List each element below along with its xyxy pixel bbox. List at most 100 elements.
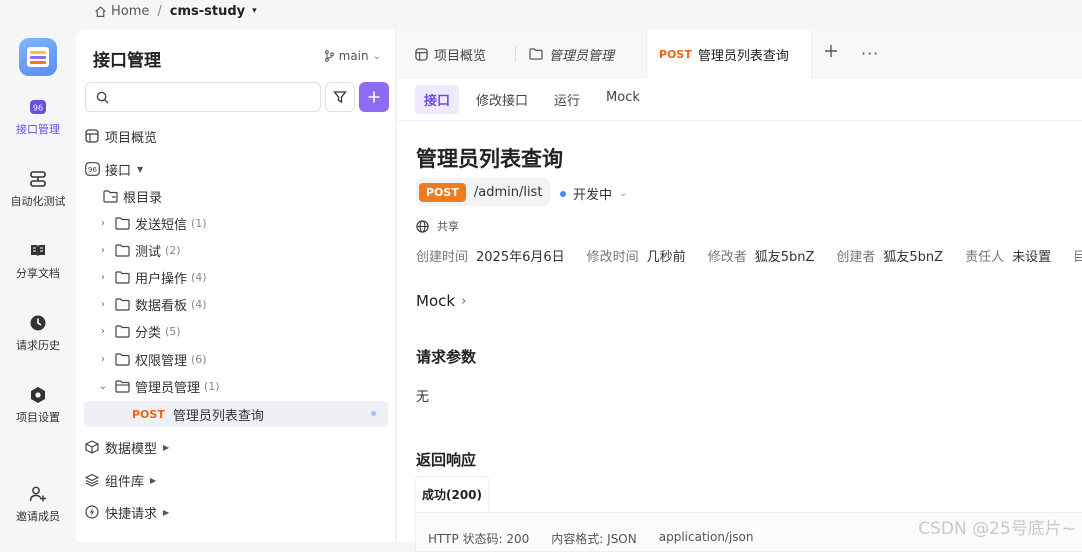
api-icon: 96 [84,161,100,177]
subtab-run[interactable]: 运行 [545,85,589,114]
section-title: Mock [416,292,456,310]
chevron-right-icon: › [101,353,105,365]
caret-right-icon: ▶ [163,442,170,452]
tree-item-label: 数据模型 [105,441,158,457]
tree-item-label: 根目录 [123,190,163,206]
caret-right-icon: ▶ [163,507,170,517]
folder-count: (1) [191,216,207,230]
folder-name: 管理员管理 [135,380,201,396]
search-box [85,82,321,112]
settings-icon [29,386,47,404]
tree-folder[interactable]: › 权限管理 (6) [96,347,388,371]
filter-button[interactable] [325,82,355,112]
rail-item-label: 项目设置 [16,411,60,424]
tree-folder[interactable]: › 用户操作 (4) [96,265,388,289]
overview-icon [415,47,428,61]
subtab-api[interactable]: 接口 [415,85,460,114]
api-sidebar: 接口管理 main ⌄ 项目概览 96 接口 ▼ 根目录 › 发送短信 (1) … [76,30,396,542]
tree-folder[interactable]: › 测试 (2) [96,238,388,262]
rail-item-history[interactable]: 请求历史 [0,314,76,353]
tree-item-data-model[interactable]: 数据模型 ▶ [84,435,388,459]
folder-icon [114,351,130,367]
meta-value: 未设置 [1012,250,1052,265]
tab-label: 管理员管理 [549,48,615,64]
rail-item-label: 邀请成员 [16,510,60,523]
folder-name: 权限管理 [135,353,188,369]
folder-icon [102,188,118,204]
tab-admin-management[interactable]: 管理员管理 [517,30,626,78]
folder-open-icon [114,378,130,394]
folder-icon [114,242,130,258]
tree-item-quick-request[interactable]: 快捷请求 ▶ [84,500,388,524]
method-badge: POST [419,182,466,202]
folder-name: 数据看板 [135,298,188,314]
app-logo[interactable] [19,38,57,76]
tree-folder[interactable]: › 发送短信 (1) [96,211,388,235]
add-button[interactable] [359,82,389,112]
subtab-mock[interactable]: Mock [597,85,649,114]
folder-icon [114,269,130,285]
folder-count: (2) [165,243,181,257]
subtab-edit[interactable]: 修改接口 [467,85,537,114]
tree-item-components[interactable]: 组件库 ▶ [84,468,388,492]
method-badge: POST [132,407,165,421]
globe-icon [416,219,429,233]
search-input[interactable] [115,89,315,105]
tree-folder-expanded[interactable]: ⌄ 管理员管理 (1) [96,374,388,398]
meta-key: 目录 [1073,250,1082,265]
response-tab-success[interactable]: 成功(200) [415,476,490,512]
breadcrumb: Home / cms-study ▾ [0,0,1082,22]
breadcrumb-home[interactable]: Home [94,4,149,19]
api-meta: 创建时间 2025年6月6日 修改时间 几秒前 修改者 狐友5bnZ 创建者 狐友5bn… [416,246,1082,265]
mock-section-toggle[interactable]: Mock › [416,292,466,310]
folder-icon [114,323,130,339]
tree-item-label: 组件库 [105,474,145,490]
tree-folder[interactable]: › 分类 (5) [96,319,388,343]
breadcrumb-separator: / [157,3,162,19]
method-badge: POST [659,47,692,61]
tree-item-label: 接口 [105,163,132,179]
chevron-down-icon: ⌄ [98,380,108,392]
more-tabs-button[interactable]: ··· [861,44,879,63]
chevron-right-icon: › [101,298,105,310]
project-name: cms-study [169,3,246,19]
rail-item-project-settings[interactable]: 项目设置 [0,386,76,425]
tree-folder[interactable]: › 数据看板 (4) [96,292,388,316]
tree-item-api-root[interactable]: 96 接口 ▼ [84,157,388,181]
rail-item-invite-members[interactable]: 邀请成员 [0,485,76,524]
branch-selector[interactable]: main ⌄ [324,49,381,63]
tab-bar: 项目概览 管理员管理 POST 管理员列表查询 ··· [397,30,1082,78]
layers-icon [84,472,100,488]
new-tab-button[interactable] [824,44,838,58]
status-selector[interactable]: 开发中 ⌄ [560,184,627,203]
divider [397,120,1082,121]
meta-key: 修改时间 [586,250,639,265]
rail-item-automation[interactable]: 自动化测试 [0,170,76,209]
rail-item-label: 接口管理 [16,123,60,136]
logo-icon [27,47,49,67]
chevron-right-icon: › [101,217,105,229]
tab-project-overview[interactable]: 项目概览 [403,30,498,78]
main-panel: 项目概览 管理员管理 POST 管理员列表查询 ··· 接口 修改接口 运行 M… [397,30,1082,552]
breadcrumb-home-label: Home [111,3,150,19]
tree-item-root-dir[interactable]: 根目录 [102,184,388,208]
rail-item-share-docs[interactable]: 分享文档 [0,242,76,281]
svg-text:96: 96 [33,104,43,113]
tab-admin-list-query[interactable]: POST 管理员列表查询 [646,30,812,78]
share-status[interactable]: 共享 [416,218,459,234]
section-title-response: 返回响应 [416,451,477,469]
rail-item-api-management[interactable]: 96 接口管理 [0,98,76,137]
rail-item-label: 请求历史 [16,339,60,352]
caret-down-icon: ▼ [137,164,144,174]
breadcrumb-project[interactable]: cms-study ▾ [170,4,257,19]
tab-label: 管理员列表查询 [697,48,789,64]
tree-item-overview[interactable]: 项目概览 [84,124,388,148]
folder-icon [529,48,543,60]
svg-text:96: 96 [88,166,97,174]
api-path-box[interactable]: POST /admin/list [416,178,551,206]
tree-item-selected-api[interactable]: POST 管理员列表查询 [84,401,388,427]
folder-count: (4) [191,297,207,311]
meta-value: 2025年6月6日 [476,250,565,265]
branch-icon [324,50,334,62]
filter-icon [333,91,347,104]
